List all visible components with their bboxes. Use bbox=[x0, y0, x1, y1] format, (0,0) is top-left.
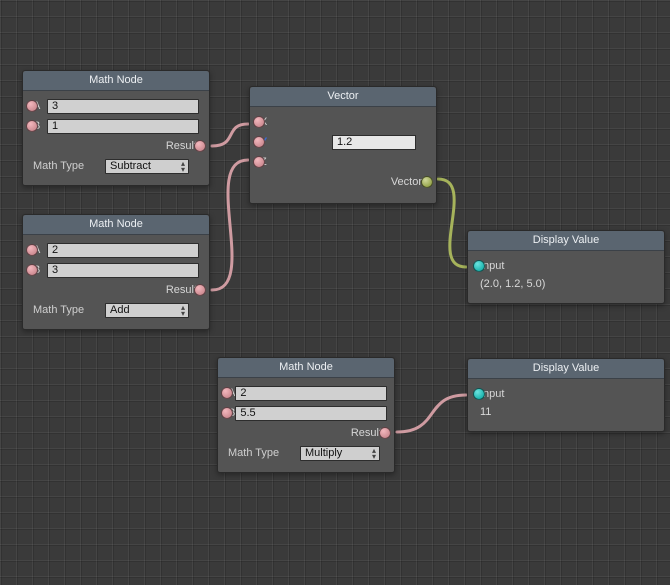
display-value-node[interactable]: Display Value Input (2.0, 1.2, 5.0) bbox=[467, 230, 665, 304]
node-title[interactable]: Display Value bbox=[468, 231, 664, 251]
output-port-result[interactable] bbox=[194, 140, 206, 152]
math-node[interactable]: Math Node A B Result Math Type Subtract … bbox=[22, 70, 210, 186]
output-port-result[interactable] bbox=[379, 427, 391, 439]
result-label: Result bbox=[166, 284, 197, 296]
input-port-a[interactable] bbox=[26, 244, 38, 256]
input-b-field[interactable] bbox=[47, 119, 199, 134]
input-b-field[interactable] bbox=[47, 263, 199, 278]
input-port-x[interactable] bbox=[253, 116, 265, 128]
output-port-result[interactable] bbox=[194, 284, 206, 296]
display-value-text: (2.0, 1.2, 5.0) bbox=[480, 278, 545, 290]
select-arrows-icon: ▴▾ bbox=[181, 305, 185, 317]
input-port-a[interactable] bbox=[26, 100, 38, 112]
mathtype-select[interactable]: Add ▴▾ bbox=[105, 303, 189, 318]
input-a-field[interactable] bbox=[235, 386, 387, 401]
mathtype-value: Multiply bbox=[305, 447, 342, 459]
node-title[interactable]: Math Node bbox=[23, 215, 209, 235]
node-title[interactable]: Display Value bbox=[468, 359, 664, 379]
display-value-text: 11 bbox=[480, 406, 491, 418]
mathtype-label: Math Type bbox=[33, 304, 105, 316]
y-field[interactable] bbox=[332, 135, 416, 150]
math-node[interactable]: Math Node A B Result Math Type Multiply … bbox=[217, 357, 395, 473]
input-port-z[interactable] bbox=[253, 156, 265, 168]
input-port[interactable] bbox=[473, 260, 485, 272]
input-port-b[interactable] bbox=[26, 120, 38, 132]
output-port-vector[interactable] bbox=[421, 176, 433, 188]
math-node[interactable]: Math Node A B Result Math Type Add ▴▾ bbox=[22, 214, 210, 330]
select-arrows-icon: ▴▾ bbox=[372, 448, 376, 460]
input-port-b[interactable] bbox=[221, 407, 233, 419]
mathtype-select[interactable]: Subtract ▴▾ bbox=[105, 159, 189, 174]
input-port-b[interactable] bbox=[26, 264, 38, 276]
input-port[interactable] bbox=[473, 388, 485, 400]
result-label: Result bbox=[351, 427, 382, 439]
node-title[interactable]: Math Node bbox=[23, 71, 209, 91]
mathtype-label: Math Type bbox=[33, 160, 105, 172]
select-arrows-icon: ▴▾ bbox=[181, 161, 185, 173]
mathtype-label: Math Type bbox=[228, 447, 300, 459]
mathtype-select[interactable]: Multiply ▴▾ bbox=[300, 446, 380, 461]
mathtype-value: Add bbox=[110, 304, 130, 316]
vector-out-label: Vector bbox=[391, 176, 422, 188]
input-a-field[interactable] bbox=[47, 243, 199, 258]
node-title[interactable]: Math Node bbox=[218, 358, 394, 378]
input-port-y[interactable] bbox=[253, 136, 265, 148]
node-title[interactable]: Vector bbox=[250, 87, 436, 107]
vector-node[interactable]: Vector X Y Z Vector bbox=[249, 86, 437, 204]
display-value-node[interactable]: Display Value Input 11 bbox=[467, 358, 665, 432]
mathtype-value: Subtract bbox=[110, 160, 151, 172]
input-a-field[interactable] bbox=[47, 99, 199, 114]
result-label: Result bbox=[166, 140, 197, 152]
input-b-field[interactable] bbox=[235, 406, 387, 421]
input-port-a[interactable] bbox=[221, 387, 233, 399]
